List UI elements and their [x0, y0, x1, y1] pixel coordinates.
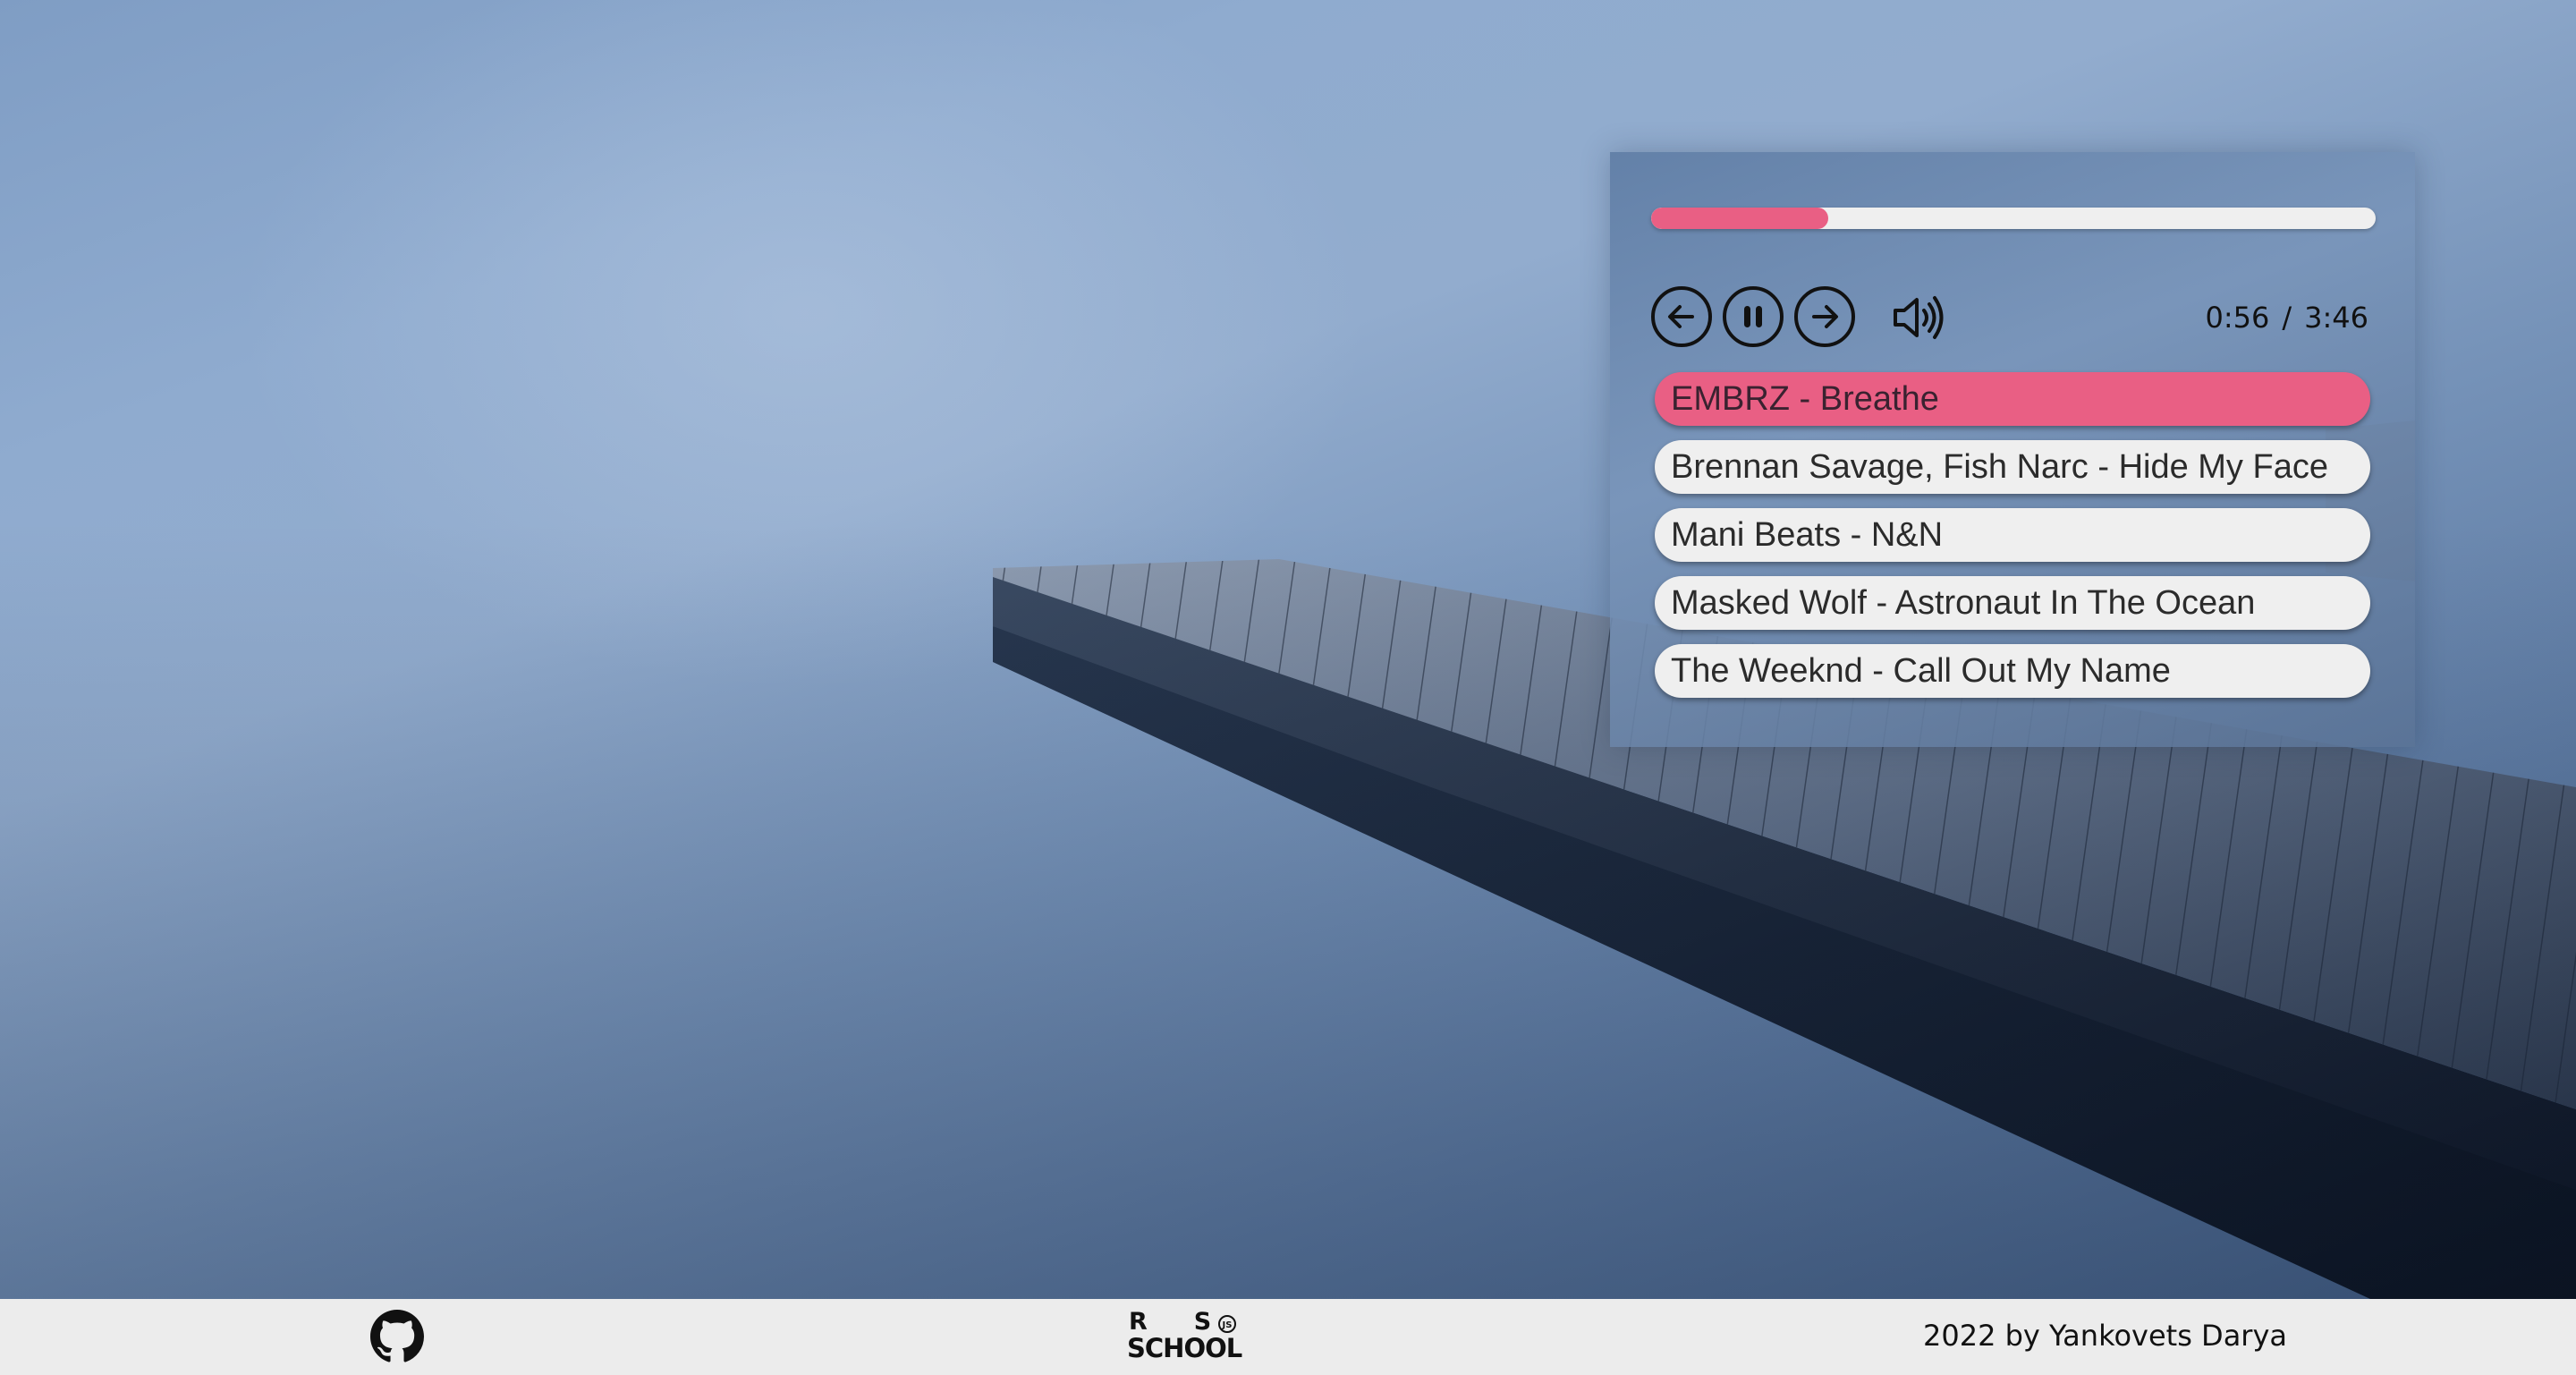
track-item[interactable]: Brennan Savage, Fish Narc - Hide My Face: [1655, 440, 2370, 494]
duration: 3:46: [2304, 301, 2368, 335]
copyright-text: 2022 by Yankovets Darya: [1923, 1319, 2287, 1353]
next-button[interactable]: [1794, 286, 1855, 347]
time-separator: /: [2282, 301, 2292, 335]
track-item[interactable]: Mani Beats - N&N: [1655, 508, 2370, 562]
arrow-right-icon: [1812, 305, 1838, 328]
progress-fill: [1651, 208, 1829, 229]
prev-button[interactable]: [1651, 286, 1712, 347]
current-time: 0:56: [2205, 301, 2270, 335]
rs-school-logo[interactable]: RS JS SCHOOL: [1127, 1310, 1261, 1365]
volume-icon[interactable]: [1890, 291, 1947, 344]
time-display: 0:56 / 3:46: [2206, 301, 2369, 335]
arrow-left-icon: [1668, 305, 1694, 328]
track-item[interactable]: Masked Wolf - Astronaut In The Ocean: [1655, 576, 2370, 630]
logo-js-badge: JS: [1218, 1315, 1236, 1333]
logo-line-school: SCHOOL: [1127, 1333, 1242, 1363]
play-pause-button[interactable]: [1723, 286, 1784, 347]
github-icon[interactable]: [370, 1310, 424, 1363]
playlist: EMBRZ - Breathe Brennan Savage, Fish Nar…: [1655, 372, 2370, 712]
logo-line-rs: RS: [1129, 1308, 1258, 1336]
pause-icon: [1744, 306, 1762, 327]
progress-bar[interactable]: [1651, 208, 2376, 229]
track-item-active[interactable]: EMBRZ - Breathe: [1655, 372, 2370, 426]
track-item[interactable]: The Weeknd - Call Out My Name: [1655, 644, 2370, 698]
footer: RS JS SCHOOL 2022 by Yankovets Darya: [0, 1299, 2576, 1375]
audio-player: 0:56 / 3:46 EMBRZ - Breathe Brennan Savage…: [1610, 152, 2415, 747]
